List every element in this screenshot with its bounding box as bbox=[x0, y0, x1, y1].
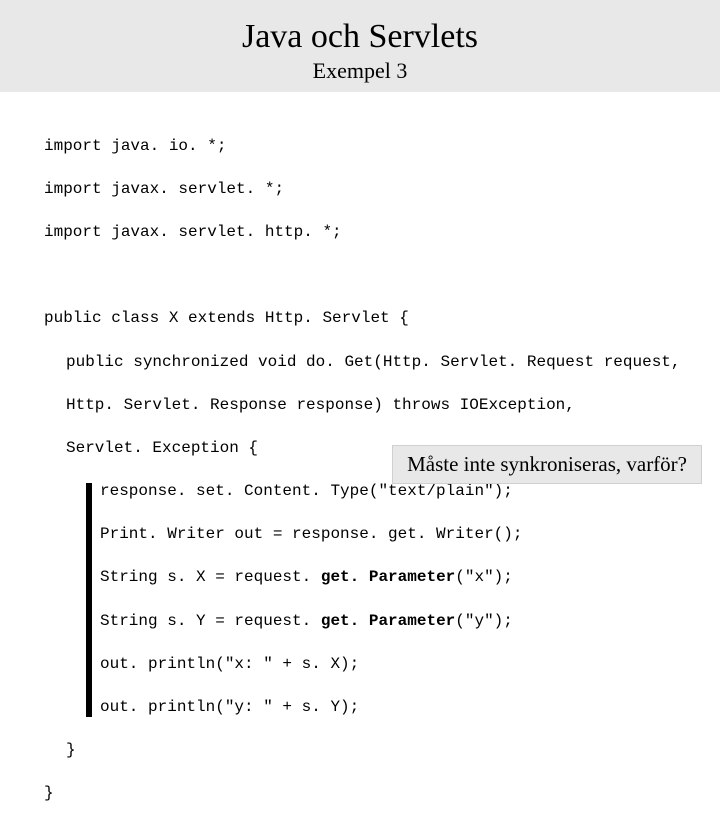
code-frag: ("x"); bbox=[455, 568, 513, 586]
slide-subtitle: Exempel 3 bbox=[0, 58, 720, 84]
code-line-body-5: out. println("x: " + s. X); bbox=[44, 654, 720, 676]
highlighted-code-group: response. set. Content. Type("text/plain… bbox=[44, 481, 720, 719]
code-frag: String s. Y = request. bbox=[100, 612, 321, 630]
code-frag-bold: get. Parameter bbox=[321, 612, 455, 630]
code-frag-bold: get. Parameter bbox=[321, 568, 455, 586]
code-line-body-2: Print. Writer out = response. get. Write… bbox=[44, 524, 720, 546]
code-line-blank bbox=[44, 265, 720, 287]
callout-box: Måste inte synkroniseras, varför? bbox=[392, 445, 702, 484]
code-line-import-3: import javax. servlet. http. *; bbox=[44, 222, 720, 244]
code-line-body-3: String s. X = request. get. Parameter("x… bbox=[44, 567, 720, 589]
code-line-close-1: } bbox=[44, 740, 720, 762]
code-line-close-2: } bbox=[44, 783, 720, 805]
vertical-bar-icon bbox=[86, 483, 92, 717]
code-line-method-sig-2: Http. Servlet. Response response) throws… bbox=[44, 395, 720, 417]
code-line-body-4: String s. Y = request. get. Parameter("y… bbox=[44, 611, 720, 633]
slide-header: Java och Servlets Exempel 3 bbox=[0, 0, 720, 92]
code-frag: ("y"); bbox=[455, 612, 513, 630]
code-line-body-6: out. println("y: " + s. Y); bbox=[44, 697, 720, 719]
code-line-import-1: import java. io. *; bbox=[44, 136, 720, 158]
code-line-body-1: response. set. Content. Type("text/plain… bbox=[44, 481, 720, 503]
slide-title: Java och Servlets bbox=[0, 18, 720, 56]
code-line-import-2: import javax. servlet. *; bbox=[44, 179, 720, 201]
callout-text: Måste inte synkroniseras, varför? bbox=[407, 452, 687, 476]
code-frag: String s. X = request. bbox=[100, 568, 321, 586]
code-line-method-sig-1: public synchronized void do. Get(Http. S… bbox=[44, 352, 720, 374]
code-line-class-decl: public class X extends Http. Servlet { bbox=[44, 308, 720, 330]
